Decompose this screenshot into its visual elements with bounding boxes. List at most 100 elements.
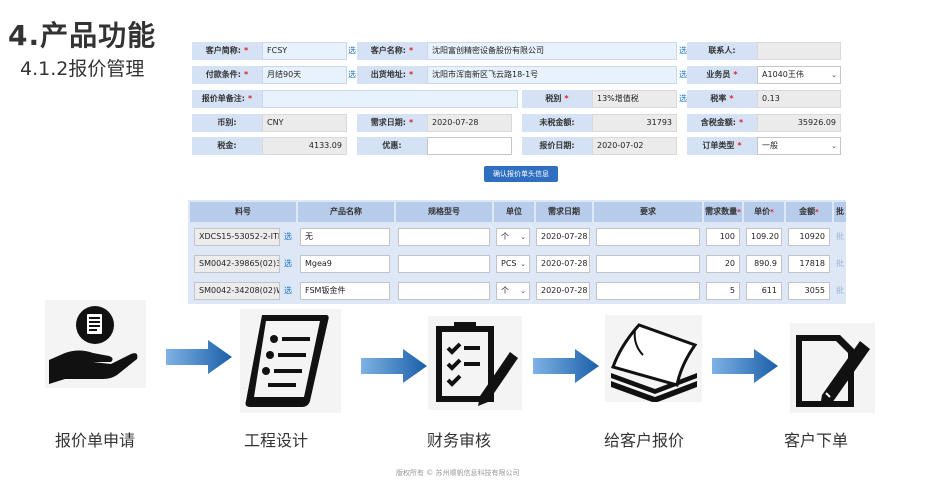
col-product-name: 产品名称: [298, 202, 394, 222]
step-label-engineering: 工程设计: [243, 431, 308, 450]
tax-type-select-link[interactable]: 选: [679, 90, 687, 108]
step-label-customer-order: 客户下单: [783, 431, 848, 450]
tax-amount-label: 税金:: [192, 137, 262, 155]
pretax-amount-label: 未税金额:: [522, 114, 592, 132]
part-select-link[interactable]: 选: [284, 228, 292, 246]
hand-document-icon: [45, 300, 146, 388]
customer-select-link[interactable]: 选: [348, 42, 356, 60]
unit-select[interactable]: 个 ⌄: [496, 228, 530, 246]
quantity-input[interactable]: 20: [706, 255, 740, 273]
tax-rate-field: 0.13: [757, 90, 841, 108]
order-type-select[interactable]: 一般 ⌄: [757, 137, 841, 155]
discount-field[interactable]: [427, 137, 512, 155]
flow-arrow-icon: [361, 349, 427, 383]
required-date-label: 需求日期: *: [357, 114, 427, 132]
spec-input[interactable]: [398, 228, 490, 246]
chevron-down-icon: ⌄: [520, 287, 526, 295]
quantity-input[interactable]: 100: [706, 228, 740, 246]
part-no-cell[interactable]: SM0042-39865(02)3: [194, 255, 280, 273]
chevron-down-icon: ⌄: [831, 71, 837, 79]
ship-address-label: 出货地址: *: [357, 66, 427, 84]
quote-remark-label: 报价单备注: *: [192, 90, 262, 108]
part-no-cell[interactable]: XDCS15-53052-2-ITEM2: [194, 228, 280, 246]
requirement-input[interactable]: [596, 228, 700, 246]
chevron-down-icon: ⌄: [831, 142, 837, 150]
col-amount: 金额*: [786, 202, 832, 222]
col-required-date: 需求日期: [536, 202, 592, 222]
col-unit: 单位: [494, 202, 534, 222]
col-spec: 规格型号: [396, 202, 492, 222]
col-more: 批: [834, 202, 846, 222]
customer-code-label: 客户简称: *: [192, 42, 262, 60]
salesperson-select[interactable]: A1040王伟 ⌄: [757, 66, 841, 84]
row-more-link[interactable]: 批: [836, 282, 844, 300]
checklist-scroll-icon: [240, 309, 341, 413]
required-date-input[interactable]: 2020-07-28: [536, 228, 590, 246]
col-quantity: 需求数量*: [704, 202, 742, 222]
col-part-no: 料号: [190, 202, 296, 222]
row-more-link[interactable]: 批: [836, 255, 844, 273]
product-name-input[interactable]: FSM钣金件: [300, 282, 390, 300]
amount-input[interactable]: 10920: [788, 228, 830, 246]
pretax-amount-field: 31793: [592, 114, 677, 132]
currency-field: CNY: [262, 114, 347, 132]
price-input[interactable]: 890.9: [746, 255, 782, 273]
amount-input[interactable]: 17818: [788, 255, 830, 273]
table-row: SM0042-39865(02)3 选 Mgea9 PCS ⌄ 2020-07-2…: [188, 252, 846, 276]
tax-rate-label: 税率 *: [687, 90, 757, 108]
quote-date-field[interactable]: 2020-07-02: [592, 137, 677, 155]
chevron-down-icon: ⌄: [520, 233, 526, 241]
quotation-header-form: 客户简称: * FCSY 选 客户名称: * 沈阳富创精密设备股份有限公司 选 联系…: [192, 40, 842, 160]
table-row: XDCS15-53052-2-ITEM2 选 无 个⌄ 2020-07-28 1…: [188, 225, 846, 249]
quote-line-table: 料号 产品名称 规格型号 单位 需求日期 要求 需求数量* 单价* 金额* 批 …: [188, 200, 846, 304]
required-date-field[interactable]: 2020-07-28: [427, 114, 512, 132]
payment-terms-field[interactable]: 月结90天: [262, 66, 347, 84]
part-select-link[interactable]: 选: [284, 282, 292, 300]
contact-field[interactable]: [757, 42, 841, 60]
col-requirement: 要求: [594, 202, 702, 222]
payment-terms-label: 付款条件: *: [192, 66, 262, 84]
customer-code-field[interactable]: FCSY: [262, 42, 347, 60]
total-amount-field: 35926.09: [757, 114, 841, 132]
ship-address-select-link[interactable]: 选: [679, 66, 687, 84]
contact-label: 联系人:: [687, 42, 757, 60]
paper-stack-icon: [605, 315, 702, 403]
col-price: 单价*: [744, 202, 784, 222]
required-date-input[interactable]: 2020-07-28: [536, 282, 590, 300]
required-date-input[interactable]: 2020-07-28: [536, 255, 590, 273]
price-input[interactable]: 109.20: [746, 228, 782, 246]
flow-arrow-icon: [533, 349, 599, 383]
ship-address-field[interactable]: 沈阳市浑南新区飞云路18-1号: [427, 66, 677, 84]
customer-name-field[interactable]: 沈阳富创精密设备股份有限公司: [427, 42, 677, 60]
quote-remark-field[interactable]: [262, 90, 518, 108]
requirement-input[interactable]: [596, 255, 700, 273]
clipboard-pen-icon: [428, 316, 522, 410]
payment-select-link[interactable]: 选: [348, 66, 356, 84]
unit-select[interactable]: PCS ⌄: [496, 255, 530, 273]
copyright-text: 版权所有 © 苏州顺帆信息科技有限公司: [396, 469, 520, 477]
price-input[interactable]: 611: [746, 282, 782, 300]
salesperson-label: 业务员 *: [687, 66, 757, 84]
product-name-input[interactable]: Mgea9: [300, 255, 390, 273]
spec-input[interactable]: [398, 282, 490, 300]
quantity-input[interactable]: 5: [706, 282, 740, 300]
part-select-link[interactable]: 选: [284, 255, 292, 273]
amount-input[interactable]: 3055: [788, 282, 830, 300]
customer-name-label: 客户名称: *: [357, 42, 427, 60]
product-name-input[interactable]: 无: [300, 228, 390, 246]
document-pen-icon: [790, 323, 875, 413]
slide-subtitle: 4.1.2报价管理: [20, 58, 145, 80]
part-no-cell[interactable]: SM0042-34208(02)W/RI: [194, 282, 280, 300]
tax-type-field[interactable]: 13%增值税: [592, 90, 677, 108]
unit-select[interactable]: 个 ⌄: [496, 282, 530, 300]
requirement-input[interactable]: [596, 282, 700, 300]
step-label-finance-review: 财务审核: [426, 431, 491, 450]
row-more-link[interactable]: 批: [836, 228, 844, 246]
confirm-header-button[interactable]: 确认报价单头信息: [484, 166, 558, 182]
order-type-label: 订单类型 *: [687, 137, 757, 155]
customer-name-select-link[interactable]: 选: [679, 42, 687, 60]
chevron-down-icon: ⌄: [520, 260, 526, 268]
step-label-quote-customer: 给客户报价: [603, 431, 684, 450]
spec-input[interactable]: [398, 255, 490, 273]
slide-title: 4.产品功能: [8, 19, 157, 52]
